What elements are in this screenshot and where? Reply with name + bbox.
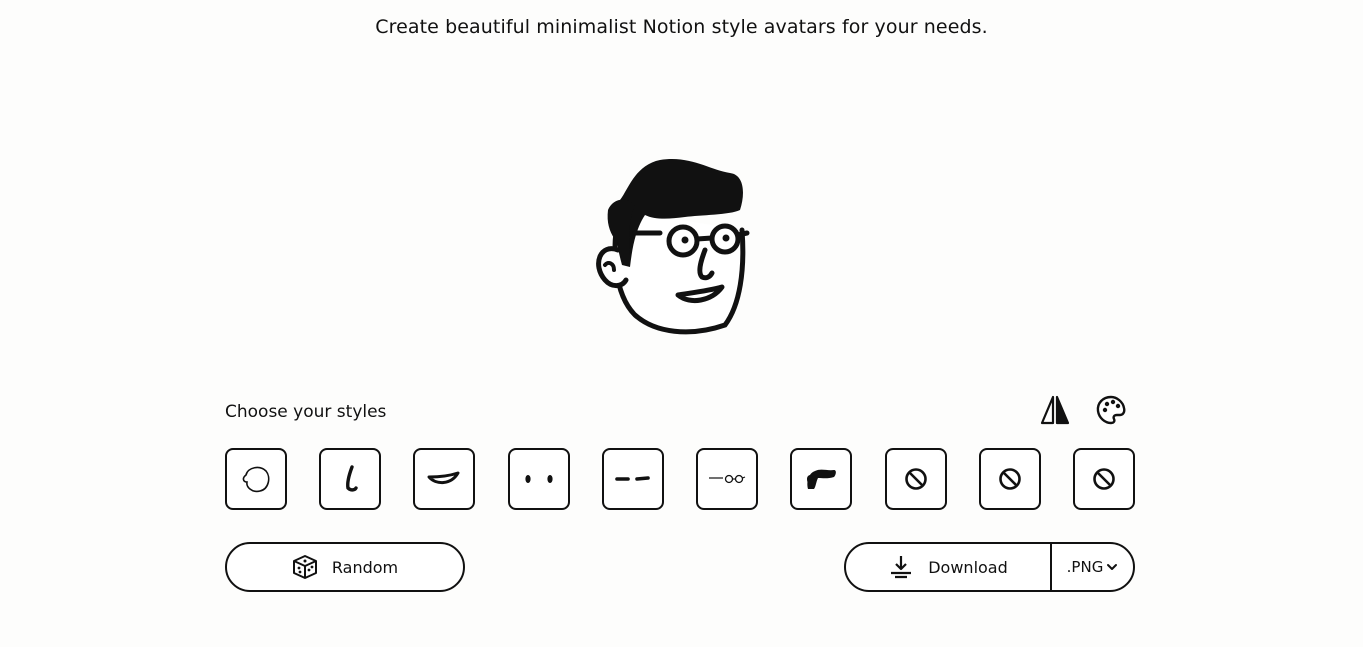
nose-style-tile[interactable] [319,448,381,510]
styles-label: Choose your styles [225,402,387,422]
download-group: Download .PNG [844,542,1135,592]
details-style-tile[interactable] [979,448,1041,510]
nose-icon [346,465,358,492]
accessory-style-tile[interactable] [885,448,947,510]
download-button[interactable]: Download [846,544,1052,590]
random-button[interactable]: Random [225,542,465,592]
flip-icon[interactable] [1039,394,1071,426]
format-value: .PNG [1066,558,1104,576]
face-style-tile[interactable] [225,448,287,510]
none-icon [999,468,1021,490]
format-select[interactable]: .PNG [1052,544,1133,590]
eyes-style-tile[interactable] [508,448,570,510]
glasses-style-tile[interactable] [696,448,758,510]
avatar-preview [596,158,750,335]
none-icon [1093,468,1115,490]
random-label: Random [331,557,399,577]
chevron-down-icon [1107,564,1118,570]
hair-icon [807,469,836,489]
eyebrows-icon [615,476,650,481]
download-label: Download [928,557,1008,577]
mouth-style-tile[interactable] [413,448,475,510]
style-tiles [225,448,1135,510]
hair-style-tile[interactable] [790,448,852,510]
face-icon [242,466,270,493]
mouth-icon [427,471,460,484]
dice-icon [292,555,317,579]
glasses-icon [709,474,746,484]
eyebrows-style-tile[interactable] [602,448,664,510]
palette-icon[interactable] [1095,394,1127,426]
eyes-icon [525,475,553,483]
tagline: Create beautiful minimalist Notion style… [375,16,988,38]
none-icon [905,468,927,490]
beard-style-tile[interactable] [1073,448,1135,510]
download-icon [891,556,912,579]
